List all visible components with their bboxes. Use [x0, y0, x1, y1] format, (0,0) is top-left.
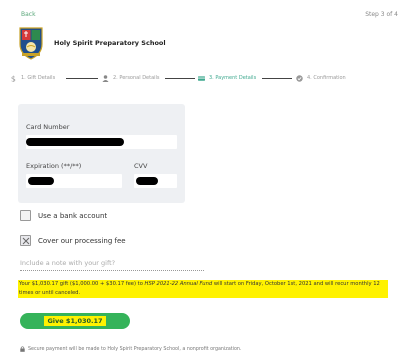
- cvv-label: CVV: [134, 162, 148, 170]
- step-personal-details[interactable]: 2. Personal Details: [102, 72, 160, 84]
- step-divider: [165, 78, 195, 79]
- bank-account-option[interactable]: Use a bank account: [20, 210, 107, 221]
- step-divider: [262, 78, 292, 79]
- progress-steps: $ 1. Gift Details 2. Personal Details 3.…: [0, 72, 409, 84]
- step-label: 1. Gift Details: [21, 75, 56, 81]
- note-placeholder: Include a note with your gift?: [20, 259, 116, 267]
- give-button[interactable]: Give $1,030.17: [20, 313, 130, 329]
- lock-icon: [20, 346, 25, 352]
- person-icon: [102, 74, 109, 82]
- credit-card-icon: [198, 75, 205, 81]
- secure-payment-note: Secure payment will be made to Holy Spir…: [20, 346, 241, 352]
- expiration-input[interactable]: [26, 174, 122, 188]
- give-button-label: Give $1,030.17: [44, 316, 106, 326]
- step-indicator: Step 3 of 4: [365, 11, 398, 18]
- x-mark-icon: [22, 237, 30, 245]
- card-number-label: Card Number: [26, 123, 70, 131]
- gift-note-input[interactable]: Include a note with your gift?: [20, 259, 204, 271]
- svg-text:$: $: [11, 75, 16, 82]
- step-label: 3. Payment Details: [209, 75, 257, 81]
- step-payment-details[interactable]: 3. Payment Details: [198, 72, 256, 84]
- cvv-input[interactable]: [134, 174, 177, 188]
- step-confirmation[interactable]: 4. Confirmation: [296, 72, 346, 84]
- redaction: [136, 177, 158, 185]
- check-circle-icon: [296, 74, 303, 82]
- cover-fee-checkbox[interactable]: [20, 235, 31, 246]
- gift-summary: Your $1,030.17 gift ($1,000.00 + $30.17 …: [18, 280, 388, 298]
- step-label: 2. Personal Details: [113, 75, 160, 81]
- dollar-icon: $: [11, 75, 16, 82]
- cover-fee-option[interactable]: Cover our processing fee: [20, 235, 126, 246]
- bank-account-label: Use a bank account: [38, 211, 108, 220]
- step-divider: [66, 78, 98, 79]
- school-crest-icon: [19, 27, 43, 60]
- cover-fee-label: Cover our processing fee: [38, 236, 126, 245]
- redaction: [28, 177, 54, 185]
- expiration-label: Expiration (**/**): [26, 162, 82, 170]
- back-link[interactable]: Back: [21, 11, 36, 18]
- step-gift-details[interactable]: $ 1. Gift Details: [10, 72, 55, 84]
- bank-account-checkbox[interactable]: [20, 210, 31, 221]
- fund-name: HSP 2021-22 Annual Fund: [144, 281, 213, 287]
- school-header: Holy Spirit Preparatory School: [18, 26, 238, 60]
- summary-text-1: Your $1,030.17 gift ($1,000.00 + $30.17 …: [19, 281, 145, 287]
- card-form: Card Number Expiration (**/**) CVV: [18, 104, 185, 203]
- card-number-input[interactable]: [26, 135, 177, 149]
- top-bar: Back Step 3 of 4: [0, 0, 409, 24]
- school-name: Holy Spirit Preparatory School: [54, 39, 166, 47]
- secure-text: Secure payment will be made to Holy Spir…: [28, 346, 242, 352]
- redaction: [26, 138, 124, 146]
- step-label: 4. Confirmation: [307, 75, 346, 81]
